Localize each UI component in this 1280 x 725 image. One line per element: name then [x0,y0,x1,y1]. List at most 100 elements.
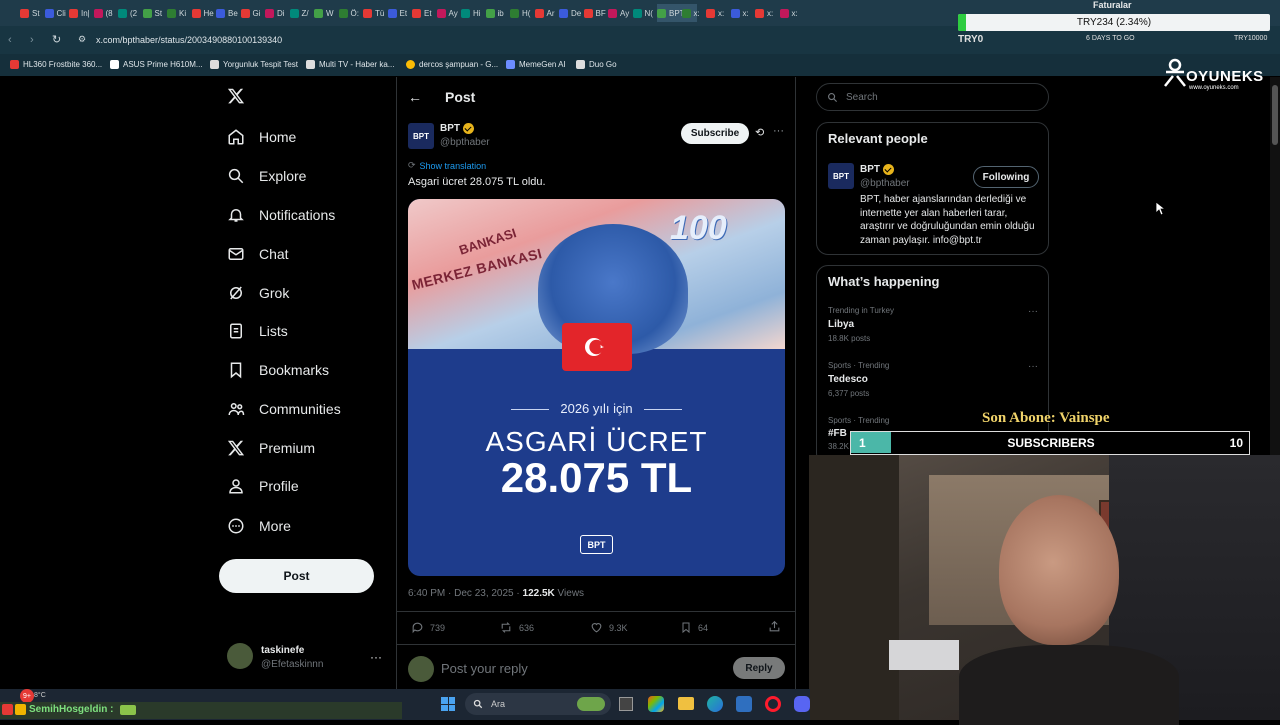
browser-tab[interactable]: BF [583,4,607,22]
nav-more[interactable]: More [227,517,291,535]
following-button[interactable]: Following [973,166,1039,188]
search-box[interactable]: Search [816,83,1049,111]
browser-tab[interactable]: Gi [240,4,264,22]
browser-tab[interactable]: x: [755,4,778,22]
post-more-icon[interactable]: ··· [773,125,784,137]
browser-tab[interactable]: x: [681,4,705,22]
nav-grok[interactable]: Grok [227,284,289,302]
reply-button[interactable]: Reply [733,657,785,679]
browser-tab[interactable]: N( [632,4,656,22]
task-view-icon[interactable] [619,697,633,711]
nav-bookmarks[interactable]: Bookmarks [227,361,329,379]
nav-notifications[interactable]: Notifications [227,206,335,224]
search-input[interactable]: Search [846,92,878,103]
copilot-icon[interactable] [648,696,664,712]
file-explorer-icon[interactable] [678,697,694,710]
browser-tab[interactable]: Ay [608,4,631,22]
days-to-go-label[interactable]: 6 DAYS TO GO [1086,35,1135,42]
like-action[interactable]: 9.3K [590,621,628,634]
nav-explore[interactable]: Explore [227,167,306,185]
nav-chat[interactable]: Chat [227,245,289,263]
tab-favicon-icon [142,8,152,18]
bookmark-item[interactable]: MemeGen AI [506,60,566,69]
browser-tab[interactable]: (8 [93,4,117,22]
post-button[interactable]: Post [219,559,374,593]
person-avatar[interactable]: BPT [828,163,854,189]
browser-tab[interactable]: Tü [363,4,386,22]
subscribe-button[interactable]: Subscribe [681,123,749,144]
repost-action[interactable]: 636 [499,621,534,634]
reload-icon[interactable]: ↻ [52,33,61,46]
author-avatar[interactable]: BPT [408,123,434,149]
author-name-row[interactable]: BPT [440,123,474,134]
x-logo-icon[interactable] [227,87,247,107]
browser-tab[interactable]: ib [485,4,509,22]
discord-icon[interactable] [794,696,810,712]
browser-tab[interactable]: St [20,4,43,22]
browser-tab[interactable]: Be [216,4,239,22]
grok-explain-icon[interactable]: ⟲ [755,126,764,139]
url-field[interactable]: x.com/bpthaber/status/200349088010013934… [96,35,282,45]
bookmark-item[interactable]: HL360 Frostbite 360... [10,60,102,69]
trend-item[interactable]: Trending in Turkey Libya 18.8K posts ··· [828,306,1038,351]
browser-tab[interactable]: Z/ [289,4,313,22]
tab-label: Ay [620,8,630,18]
windows-start-icon[interactable] [441,697,455,711]
bookmark-item[interactable]: Multi TV - Haber ka... [306,60,394,69]
person-name-row[interactable]: BPT [860,164,894,175]
trend-more-icon[interactable]: ··· [1028,361,1038,372]
trend-item[interactable]: Sports · Trending Tedesco 6,377 posts ··… [828,361,1038,406]
try-extension-label[interactable]: TRY0 [958,34,983,45]
browser-tab[interactable]: Et [412,4,435,22]
account-more-icon[interactable]: ··· [370,650,382,664]
nav-profile[interactable]: Profile [227,477,299,495]
avatar[interactable] [227,643,253,669]
reply-action[interactable]: 739 [411,621,445,634]
back-icon[interactable]: ‹ [8,34,12,46]
show-translation-link[interactable]: ⟳ Show translation [408,160,486,171]
edge-icon[interactable] [707,696,723,712]
browser-tab[interactable]: H( [510,4,533,22]
author-handle[interactable]: @bpthaber [440,137,490,148]
try-balance-label[interactable]: TRY10000 [1234,35,1267,42]
forward-icon[interactable]: › [30,34,34,46]
browser-tab[interactable]: (2 [118,4,141,22]
bookmark-item[interactable]: Yorgunluk Tespit Test [210,60,298,69]
browser-tab[interactable]: In| [69,4,92,22]
browser-tab[interactable]: Cli [44,4,68,22]
scrollbar-thumb[interactable] [1272,85,1278,145]
trend-more-icon[interactable]: ··· [1028,306,1038,317]
browser-tab[interactable]: He [191,4,215,22]
share-icon[interactable] [768,620,781,638]
taskbar-search[interactable]: Ara [465,693,611,715]
notification-badge[interactable]: 9+ [20,689,34,703]
browser-tab[interactable]: Et [387,4,411,22]
post-image[interactable]: 100 MERKEZ BANKASI BANKASI 2026 yılı içi… [408,199,785,576]
store-icon[interactable] [736,696,752,712]
reply-input[interactable]: Post your reply [441,661,528,676]
browser-tab[interactable]: W [314,4,337,22]
bookmark-item[interactable]: Duo Go [576,60,617,69]
browser-tab[interactable]: x: [779,4,803,22]
browser-tab[interactable]: x: [706,4,729,22]
browser-tab[interactable]: De [559,4,582,22]
browser-tab[interactable]: St [142,4,166,22]
browser-tab[interactable]: Ki [167,4,190,22]
browser-tab[interactable]: Di [265,4,288,22]
bookmark-item[interactable]: ASUS Prime H610M... [110,60,203,69]
bookmark-item[interactable]: dercos şampuan - G... [406,60,498,69]
bookmark-action[interactable]: 64 [680,621,708,634]
browser-tab[interactable]: x: [730,4,754,22]
browser-tab[interactable]: Ö: [338,4,362,22]
browser-tab[interactable]: Ay [436,4,460,22]
nav-home[interactable]: Home [227,128,296,146]
nav-communities[interactable]: Communities [227,400,341,418]
nav-lists[interactable]: Lists [227,322,288,340]
browser-tab[interactable]: Ar [534,4,558,22]
back-arrow-icon[interactable]: ← [408,89,422,105]
opera-icon[interactable] [765,696,781,712]
weather-temp[interactable]: 8°C [34,692,46,699]
site-info-icon[interactable]: ⚙ [78,34,86,45]
browser-tab[interactable]: Hi [461,4,484,22]
nav-premium[interactable]: Premium [227,439,315,457]
